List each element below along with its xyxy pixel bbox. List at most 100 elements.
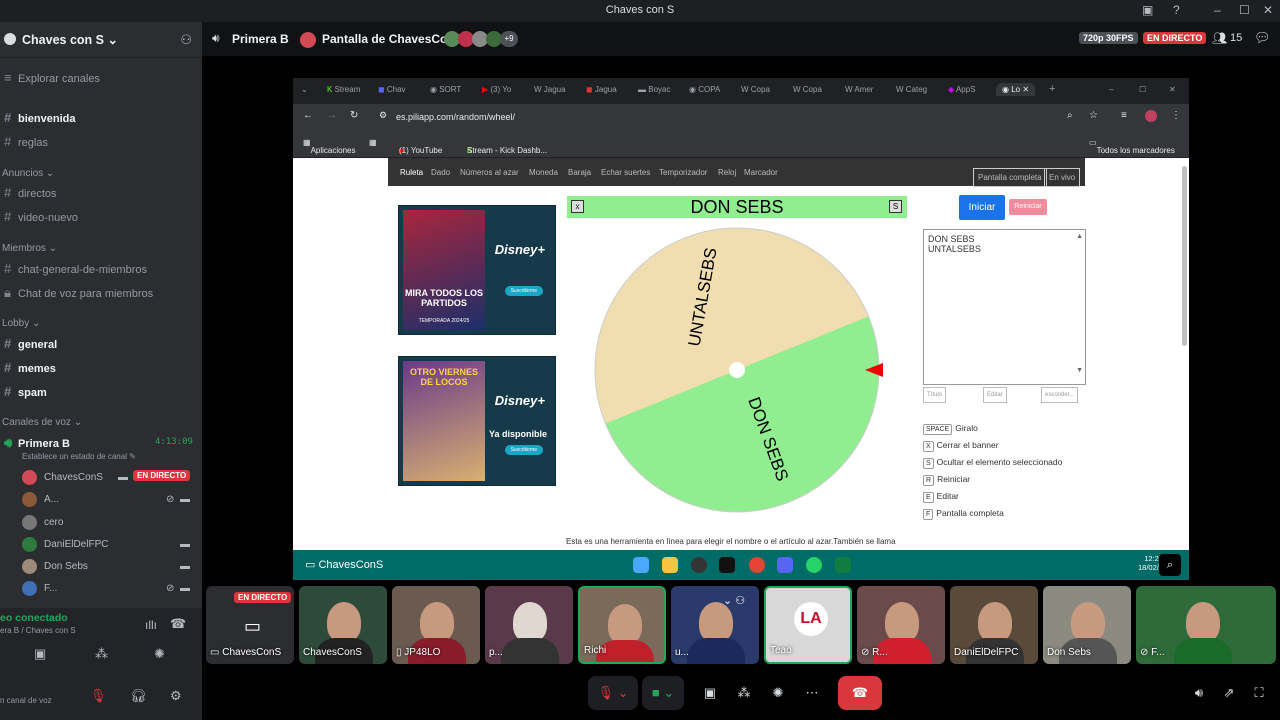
participant-tile[interactable]: DaniElDelFPC: [950, 586, 1038, 664]
channel-chat-de-voz-miembros[interactable]: 🔒︎ Chat de voz para miembros: [0, 285, 153, 301]
edit-button[interactable]: Editar: [983, 387, 1007, 403]
close-icon[interactable]: ✕: [1169, 85, 1176, 94]
site-info-icon[interactable]: ⚙: [379, 110, 387, 121]
chrome-icon[interactable]: [749, 557, 765, 573]
browser-tab-active[interactable]: ◉ Lo ✕: [996, 83, 1036, 96]
browser-tab[interactable]: ◉ COPA: [689, 85, 720, 94]
nav-item[interactable]: Números al azar: [460, 168, 519, 177]
participant-tile[interactable]: ⊘ F...: [1136, 586, 1276, 664]
browser-tab[interactable]: W Categ: [896, 85, 927, 94]
browser-tab[interactable]: ▶ (3) Yo: [482, 85, 511, 94]
popout-icon[interactable]: ⇗: [1218, 676, 1240, 710]
grid-icon[interactable]: ▦: [369, 138, 377, 147]
settings-gear-icon[interactable]: ⚙: [170, 688, 182, 704]
channel-status-prompt[interactable]: Establece un estado de canal ✎: [22, 452, 136, 461]
tiktok-icon[interactable]: [719, 557, 735, 573]
participant-tile-speaking[interactable]: LA Teao: [764, 586, 852, 664]
tab-menu-icon[interactable]: ⌄: [301, 85, 308, 94]
zoom-icon[interactable]: ⌕: [1159, 554, 1181, 576]
inbox-icon[interactable]: ▣: [1142, 3, 1153, 17]
media-icon[interactable]: ≡: [1121, 110, 1127, 121]
wheel[interactable]: UNTALSEBS DON SEBS: [593, 226, 883, 516]
entries-textarea[interactable]: DON SEBS UNTALSEBS ▲ ▼: [923, 229, 1086, 385]
close-icon[interactable]: ✕: [1263, 3, 1273, 17]
discord-icon[interactable]: [777, 557, 793, 573]
new-tab-icon[interactable]: +: [1049, 83, 1055, 95]
browser-tab[interactable]: W Jagua: [534, 85, 566, 94]
viewers-icon[interactable]: 👥︎: [1212, 31, 1227, 45]
participant-tile[interactable]: p...: [485, 586, 573, 664]
nav-item[interactable]: Temporizador: [659, 168, 707, 177]
explore-channels[interactable]: ≡ Explorar canales: [0, 70, 100, 85]
browser-tab[interactable]: ◼ Jagua: [586, 85, 617, 94]
zoom-icon[interactable]: ⌕: [1067, 110, 1073, 121]
participant-tile[interactable]: ▯ JP48LO: [392, 586, 480, 664]
profile-avatar[interactable]: [1145, 110, 1157, 122]
hide-button[interactable]: esconder...: [1041, 387, 1079, 403]
minimize-icon[interactable]: –: [1214, 3, 1221, 17]
title-button[interactable]: Título: [923, 387, 947, 403]
volume-icon[interactable]: 🔊︎: [1188, 676, 1210, 710]
browser-tab[interactable]: ◆ AppS: [948, 85, 976, 94]
soundboard-icon[interactable]: ✺: [764, 676, 792, 710]
disconnect-icon[interactable]: ☎: [170, 616, 186, 632]
maximize-icon[interactable]: ☐: [1239, 3, 1250, 17]
screen-share-icon[interactable]: ▣: [34, 646, 46, 662]
forward-icon[interactable]: →: [327, 110, 337, 121]
more-options-icon[interactable]: ⋯: [798, 676, 826, 710]
chat-icon[interactable]: 💬︎: [1254, 30, 1271, 46]
start-button[interactable]: Iniciar: [959, 195, 1005, 220]
obs-icon[interactable]: [691, 557, 707, 573]
participant-tile-speaking[interactable]: Richi: [578, 586, 666, 664]
all-bookmarks[interactable]: ▭ Todos los marcadores: [1089, 138, 1175, 155]
browser-tab[interactable]: ◉ SORT: [430, 85, 461, 94]
channel-reglas[interactable]: # reglas: [0, 134, 48, 149]
channel-bienvenida[interactable]: # bienvenida: [0, 110, 75, 125]
participant-tile[interactable]: ⊘ R...: [857, 586, 945, 664]
excel-icon[interactable]: [835, 557, 851, 573]
participant-tile[interactable]: EN DIRECTO ▭ ▭ ChavesConS: [206, 586, 294, 664]
camera-toggle-button[interactable]: ■ ⌄: [642, 676, 684, 710]
nav-item[interactable]: Moneda: [529, 168, 558, 177]
channel-memes[interactable]: # memes: [0, 360, 56, 375]
nav-item[interactable]: Baraja: [568, 168, 591, 177]
server-name[interactable]: Chaves con S ⌄: [22, 32, 118, 47]
leave-call-button[interactable]: ☎: [838, 676, 882, 710]
category-lobby[interactable]: Lobby ⌄: [2, 318, 40, 329]
live-button[interactable]: En vivo: [1044, 168, 1081, 187]
more-menu-icon[interactable]: ⋮: [1171, 110, 1181, 121]
category-voz[interactable]: Canales de voz ⌄: [2, 417, 82, 428]
ad-subscribe-button[interactable]: Suscribirme: [504, 286, 543, 296]
voice-channel-primera-b[interactable]: 🔊︎ Primera B: [0, 435, 70, 451]
browser-tab[interactable]: W Copa: [793, 85, 822, 94]
nav-item[interactable]: Dado: [431, 168, 450, 177]
reset-button[interactable]: Reiniciar: [1009, 199, 1047, 215]
activities-icon[interactable]: ⁂: [95, 646, 108, 662]
participant-tile[interactable]: ⌄ ⚇ u...: [671, 586, 759, 664]
category-anuncios[interactable]: Anuncios ⌄: [2, 168, 54, 179]
maximize-icon[interactable]: ☐: [1139, 85, 1146, 94]
noise-suppression-icon[interactable]: ıllı: [145, 618, 157, 632]
server-header[interactable]: Chaves con S ⌄ ⚇: [0, 22, 202, 58]
headphones-icon[interactable]: 🎧︎: [130, 688, 147, 704]
mic-muted-icon[interactable]: 🎙︎: [90, 688, 107, 704]
channel-chat-general-de-miembros[interactable]: # chat-general-de-miembros: [0, 261, 147, 276]
star-icon[interactable]: ☆: [1089, 110, 1098, 121]
hide-selected-button[interactable]: S: [889, 200, 902, 213]
file-explorer-icon[interactable]: [662, 557, 678, 573]
ad-banner-2[interactable]: OTRO VIERNES DE LOCOS Disney+ Ya disponi…: [398, 356, 556, 486]
nav-item[interactable]: Marcador: [744, 168, 778, 177]
page-scrollbar[interactable]: [1182, 166, 1187, 346]
activities-icon[interactable]: ⁂: [730, 676, 758, 710]
channel-general[interactable]: # general: [0, 336, 57, 351]
viewer-avatars[interactable]: +9: [444, 31, 518, 47]
browser-tab[interactable]: ▬ Boyac: [638, 85, 670, 94]
windows-start-icon[interactable]: [633, 557, 649, 573]
browser-tab[interactable]: W Amer: [845, 85, 873, 94]
scroll-up-icon[interactable]: ▲: [1076, 232, 1083, 242]
help-icon[interactable]: ?: [1173, 3, 1180, 17]
browser-tab[interactable]: K Stream: [327, 85, 360, 94]
fullscreen-icon[interactable]: ⛶: [1248, 676, 1270, 710]
reload-icon[interactable]: ↻: [350, 110, 358, 121]
mute-toggle-button[interactable]: 🎙︎ ⌄: [588, 676, 638, 710]
